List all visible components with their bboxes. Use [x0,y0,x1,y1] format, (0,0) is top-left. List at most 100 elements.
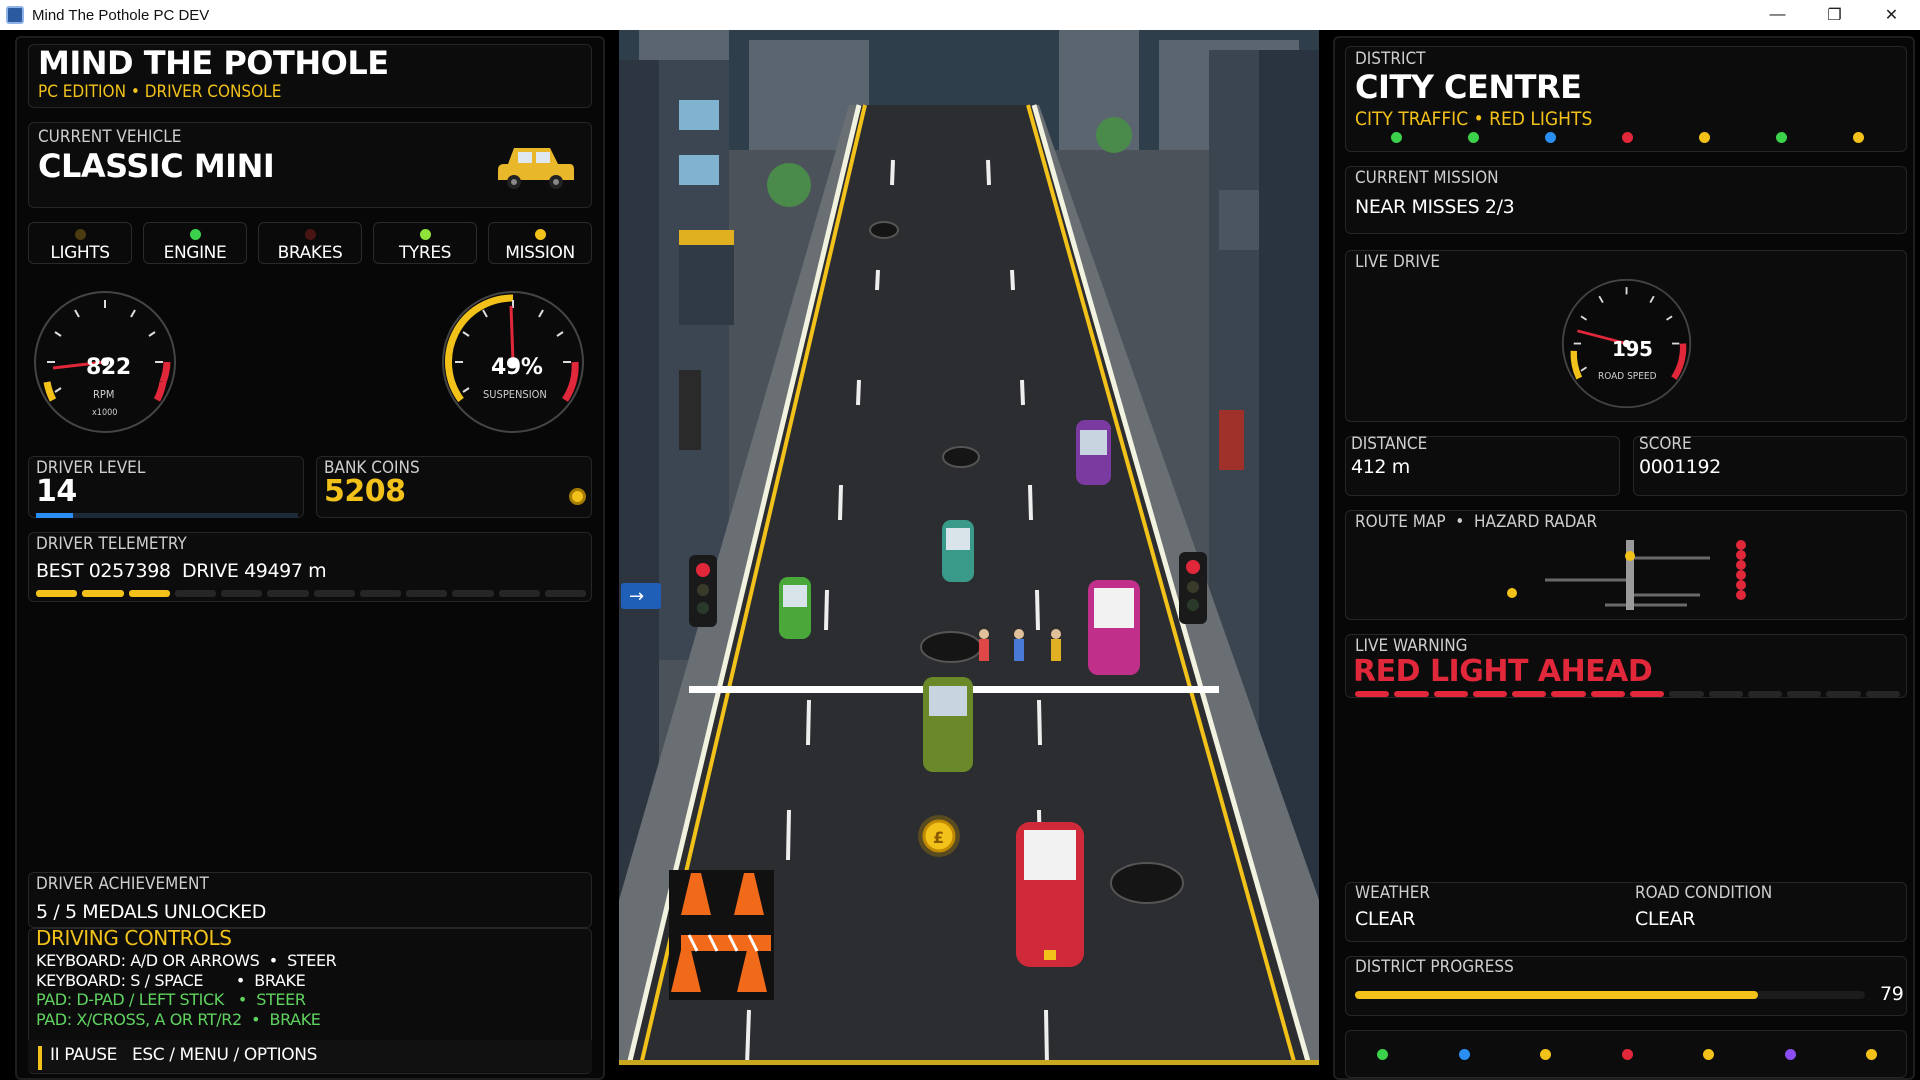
minimize-button[interactable]: — [1749,0,1806,30]
segment [1747,691,1783,697]
live-drive-label: LIVE DRIVE [1355,252,1441,272]
game-scene: → £ [619,30,1319,1065]
segment [267,590,309,597]
segment [406,590,448,597]
indicator-dot [1458,1049,1470,1060]
status-led-icon [190,229,201,240]
segment [221,590,263,597]
warning-text: RED LIGHT AHEAD [1353,654,1653,689]
mission-text: NEAR MISSES 2/3 [1355,196,1515,218]
game-viewport[interactable]: → £ [619,30,1319,1065]
window-title: Mind The Pothole PC DEV [32,6,210,24]
distance-label: DISTANCE [1351,434,1428,454]
suspension-label: SUSPENSION [483,388,547,401]
segment [1787,691,1822,697]
status-label: LIGHTS [50,243,110,263]
district-progress-value: 79 [1880,983,1904,1005]
segment [313,590,355,597]
weather-label: WEATHER [1355,883,1431,903]
control-hint: KEYBOARD: S / SPACE • BRAKE [36,970,306,990]
vehicle-label: CURRENT VEHICLE [38,127,182,147]
segment [1472,691,1508,697]
close-button[interactable]: ✕ [1863,0,1920,30]
game-title: MIND THE POTHOLE [38,44,389,82]
district-progress-track [1355,991,1865,999]
indicator-dot [1784,1049,1796,1060]
segment [544,590,586,597]
segment [1590,691,1625,697]
telemetry-best: BEST 0257398 [36,560,171,582]
segment [1708,691,1743,697]
pause-hint[interactable]: II PAUSE ESC / MENU / OPTIONS [50,1045,317,1065]
segment [1394,691,1429,697]
control-hint: KEYBOARD: A/D OR ARROWS • STEER [36,951,337,970]
svg-text:→: → [629,586,644,607]
route-map [1507,540,1746,610]
suspension-value: 49% [491,355,543,380]
app-icon [6,6,24,24]
status-label: ENGINE [163,243,227,263]
road-condition-value: CLEAR [1635,908,1696,930]
status-mission: MISSION [488,222,592,264]
road-condition-label: ROAD CONDITION [1635,883,1773,903]
pause-hint-accent [38,1046,42,1070]
status-tyres: TYRES [373,222,477,264]
mission-label: CURRENT MISSION [1355,168,1499,188]
segment [1355,691,1390,697]
district-label: DISTRICT [1355,49,1426,69]
rpm-label: RPM [93,388,115,401]
score-label: SCORE [1639,434,1692,454]
segment [1669,691,1704,697]
indicator-dot [1377,1049,1388,1060]
indicator-dot [1622,132,1633,143]
indicator-dot [1776,132,1787,143]
window-titlebar: Mind The Pothole PC DEV — ❐ ✕ [0,0,1920,30]
status-led-icon [75,229,86,240]
status-lights: LIGHTS [28,222,132,264]
speed-value: 195 [1612,337,1653,361]
district-progress-label: DISTRICT PROGRESS [1355,957,1514,977]
segment [1512,691,1547,697]
status-label: BRAKES [277,243,343,263]
indicator-dot [1540,1049,1551,1060]
segment [82,590,124,597]
telemetry-segment-bar [36,590,586,597]
status-led-icon [305,229,316,240]
control-hint: PAD: D-PAD / LEFT STICK • STEER [36,990,306,1009]
segment [1630,691,1665,697]
driver-level-bar-fill [36,513,73,518]
status-label: TYRES [398,243,452,263]
indicator-dot [1853,132,1864,143]
segment [1826,691,1861,697]
status-engine: ENGINE [143,222,247,264]
coin-icon [569,488,586,505]
rpm-sublabel: x1000 [92,408,118,418]
warning-label: LIVE WARNING [1355,636,1468,656]
score-value: 0001192 [1639,456,1721,478]
svg-text:£: £ [933,828,944,847]
restore-button[interactable]: ❐ [1806,0,1863,30]
segment [1433,691,1468,697]
rpm-value: 822 [86,355,131,380]
indicator-dot [1703,1049,1714,1060]
district-subtitle: CITY TRAFFIC • RED LIGHTS [1355,108,1593,130]
segment [498,590,540,597]
segment [1865,691,1900,697]
segment [36,590,78,597]
status-led-icon [535,229,546,240]
telemetry-drive: DRIVE 49497 m [182,560,327,582]
achievement-text: 5 / 5 MEDALS UNLOCKED [36,901,267,923]
district-progress-fill [1355,991,1758,999]
driver-level-value: 14 [36,474,77,509]
achievement-label: DRIVER ACHIEVEMENT [36,874,209,894]
indicator-dot [1391,132,1402,143]
controls-title: DRIVING CONTROLS [36,926,232,950]
game-subtitle: PC EDITION • DRIVER CONSOLE [38,82,282,102]
indicator-dot [1621,1049,1633,1060]
indicator-dot [1866,1049,1877,1060]
segment [174,590,216,597]
vehicle-name: CLASSIC MINI [38,147,275,185]
district-name: CITY CENTRE [1355,68,1582,106]
control-hint: PAD: X/CROSS, A OR RT/R2 • BRAKE [36,1009,321,1029]
driver-level-bar-track [36,513,298,518]
